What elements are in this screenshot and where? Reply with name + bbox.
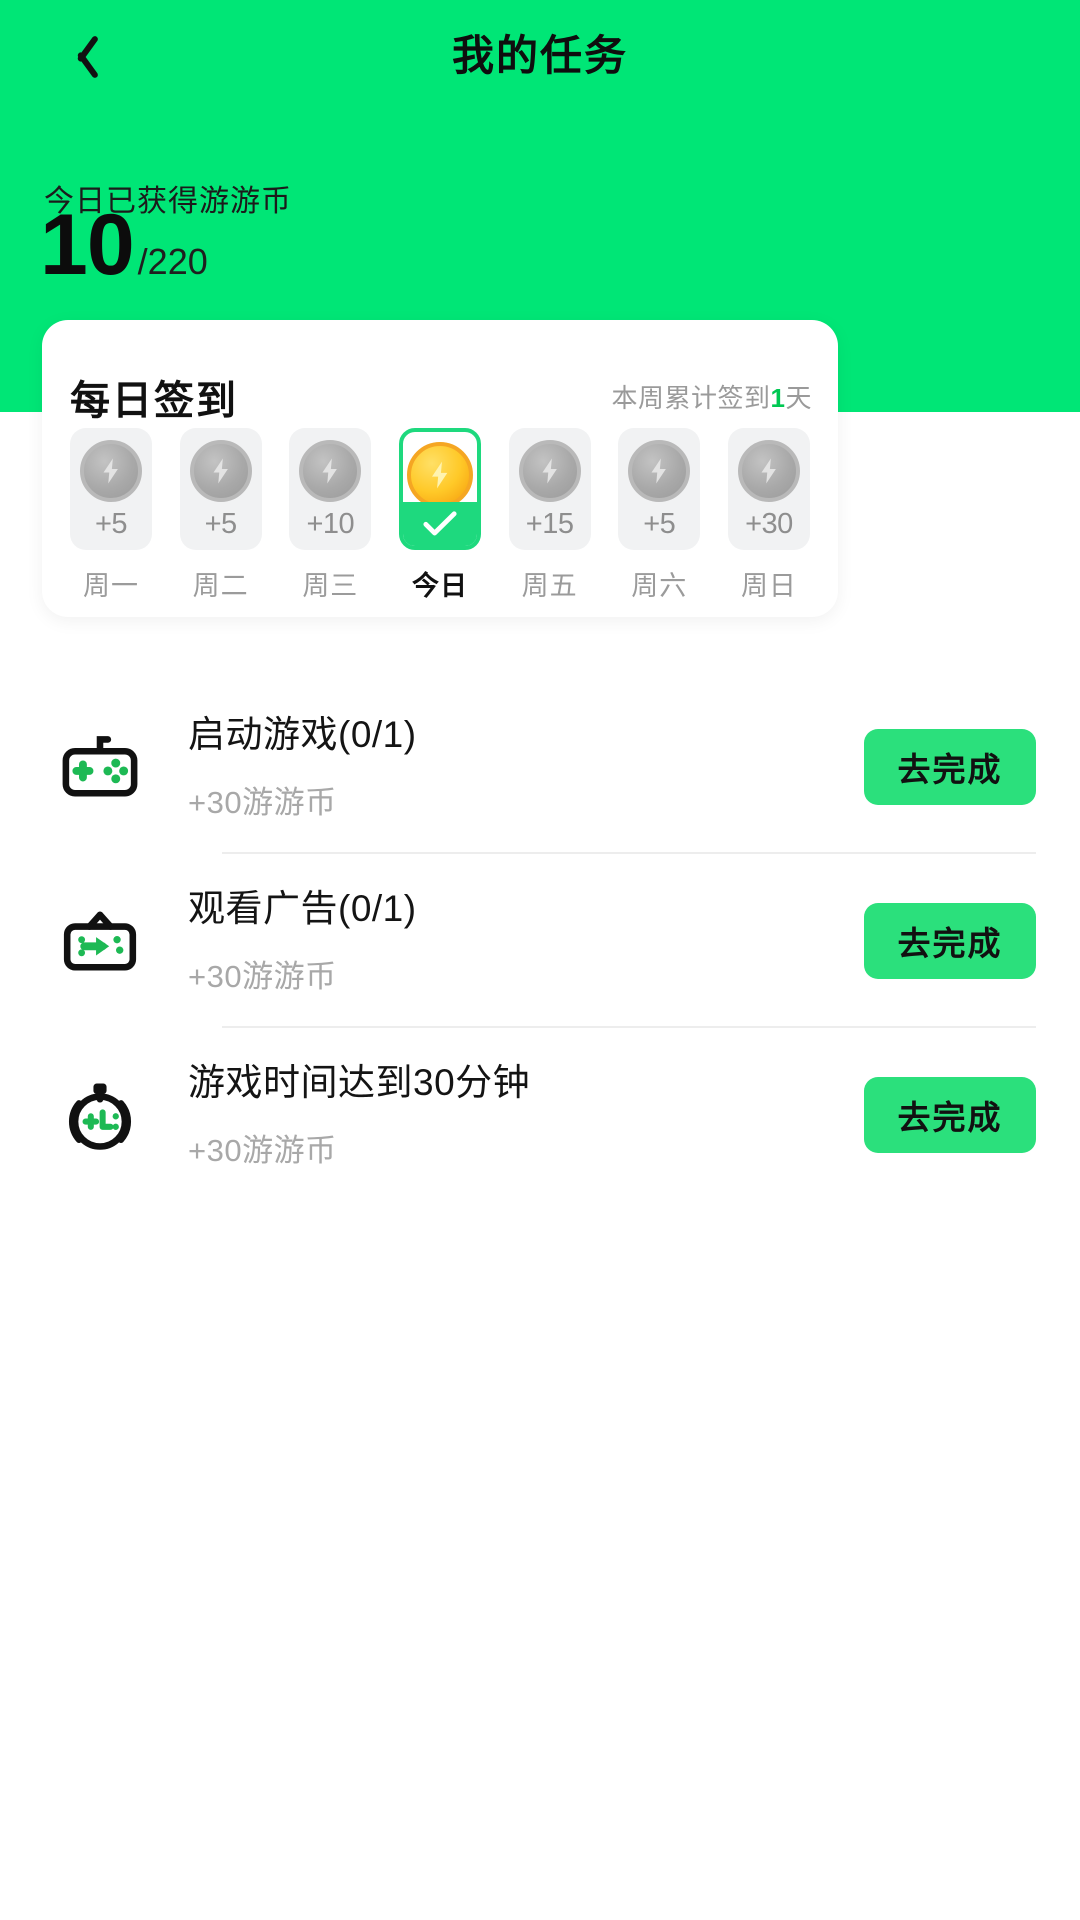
task-reward: +30游游币 <box>188 1132 337 1168</box>
gamepad-icon <box>58 725 142 809</box>
checkin-day-tuesday[interactable]: +5 周二 <box>179 428 262 603</box>
day-label: 周六 <box>631 571 688 601</box>
task-row: 游戏时间达到30分钟 +30游游币 去完成 <box>0 1028 1080 1202</box>
checkin-week-summary: 本周累计签到1天 <box>612 378 813 415</box>
day-tile[interactable]: +15 <box>508 428 591 550</box>
checkin-day-friday[interactable]: +15 周五 <box>508 428 591 603</box>
checkin-day-list: +5 周一 +5 周二 +10 周三 今日 +15 周五 +5 周六 +30 周… <box>70 428 810 603</box>
day-tile-today[interactable] <box>398 428 481 550</box>
tv-icon <box>58 899 142 983</box>
checkin-day-today[interactable]: 今日 <box>398 428 481 603</box>
task-text: 观看广告(0/1) +30游游币 <box>188 886 864 995</box>
top-navigation-bar: 我的任务 <box>0 0 1080 118</box>
day-label: 周二 <box>192 571 249 601</box>
day-tile[interactable]: +5 <box>70 428 152 550</box>
day-reward-value: +30 <box>745 508 793 540</box>
day-label: 周一 <box>83 571 139 601</box>
daily-checkin-card: 每日签到 本周累计签到1天 +5 周一 +5 周二 +10 周三 今日 +15 … <box>42 320 838 617</box>
task-text: 启动游戏(0/1) +30游游币 <box>188 712 864 821</box>
lightning-coin-icon <box>80 440 142 502</box>
lightning-coin-icon <box>518 440 581 502</box>
stopwatch-icon <box>58 1073 142 1157</box>
day-label: 周日 <box>740 571 797 601</box>
lightning-coin-icon <box>628 440 691 502</box>
day-tile[interactable]: +5 <box>618 428 701 550</box>
checked-in-banner <box>402 502 477 546</box>
task-reward: +30游游币 <box>188 958 337 994</box>
coins-total-value: /220 <box>137 241 208 282</box>
gold-lightning-coin-icon <box>406 442 473 508</box>
coins-earned-value: 10 <box>40 197 135 293</box>
lightning-coin-icon <box>737 440 800 502</box>
checkin-summary-count: 1 <box>770 383 786 413</box>
task-title: 启动游戏(0/1) <box>188 714 417 756</box>
task-row: 启动游戏(0/1) +30游游币 去完成 <box>0 680 1080 854</box>
checkin-summary-prefix: 本周累计签到 <box>611 383 771 413</box>
day-tile[interactable]: +30 <box>727 428 810 550</box>
checkin-day-saturday[interactable]: +5 周六 <box>618 428 701 603</box>
checkin-day-sunday[interactable]: +30 周日 <box>727 428 810 603</box>
day-label: 周三 <box>302 571 359 601</box>
task-title: 游戏时间达到30分钟 <box>188 1062 531 1104</box>
task-text: 游戏时间达到30分钟 +30游游币 <box>188 1060 864 1169</box>
task-action-button[interactable]: 去完成 <box>864 729 1036 805</box>
day-reward-value: +10 <box>306 508 355 540</box>
day-tile[interactable]: +5 <box>179 428 262 550</box>
task-action-button[interactable]: 去完成 <box>864 1077 1036 1153</box>
day-reward-value: +5 <box>643 508 676 540</box>
task-title: 观看广告(0/1) <box>188 888 417 930</box>
day-reward-value: +5 <box>204 508 238 540</box>
day-label: 周五 <box>521 571 578 601</box>
day-reward-value: +15 <box>525 508 574 540</box>
task-list: 启动游戏(0/1) +30游游币 去完成 观看广告(0/1) +30游游币 去完… <box>0 680 1080 1202</box>
checkin-summary-suffix: 天 <box>785 383 812 413</box>
checkin-title: 每日签到 <box>70 379 238 423</box>
day-reward-value: +5 <box>94 508 128 540</box>
check-icon <box>423 511 457 536</box>
task-row: 观看广告(0/1) +30游游币 去完成 <box>0 854 1080 1028</box>
day-label: 今日 <box>411 571 468 601</box>
day-tile[interactable]: +10 <box>289 428 372 550</box>
task-reward: +30游游币 <box>188 784 337 820</box>
coins-earned-amount: 10 /220 <box>40 202 208 288</box>
checkin-day-monday[interactable]: +5 周一 <box>70 428 152 603</box>
checkin-card-header: 每日签到 本周累计签到1天 <box>42 320 838 430</box>
checkin-day-wednesday[interactable]: +10 周三 <box>289 428 372 603</box>
page-title: 我的任务 <box>451 32 628 79</box>
task-action-button[interactable]: 去完成 <box>864 903 1036 979</box>
lightning-coin-icon <box>299 440 362 502</box>
lightning-coin-icon <box>189 440 252 502</box>
